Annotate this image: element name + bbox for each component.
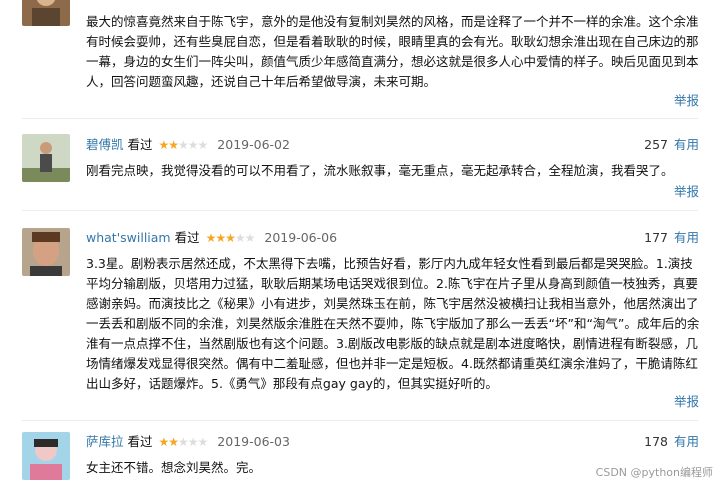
rating-stars: ★★★★★ <box>158 138 209 152</box>
username-link[interactable]: 碧傅凯 <box>86 137 124 152</box>
review-text: 3.3星。剧粉表示居然还成，不太黑得下去嘴，比预告好看，影厅内九成年轻女性看到最… <box>86 256 700 391</box>
rating-stars: ★★★★★ <box>158 435 209 449</box>
vote-count: 257 <box>644 137 668 152</box>
rating-stars: ★★★★★ <box>205 231 256 245</box>
watched-label: 看过 <box>127 434 153 449</box>
divider <box>22 420 698 421</box>
divider <box>22 118 698 119</box>
review-meta: what'swilliam 看过 ★★★★★ 2019-06-06 <box>86 229 337 247</box>
username-link[interactable]: 萨库拉 <box>86 434 124 449</box>
avatar[interactable] <box>22 0 70 26</box>
review-text: 最大的惊喜竟然来自于陈飞宇，意外的是他没有复制刘昊然的风格，而是诠释了一个并不一… <box>86 14 699 89</box>
vote-count: 178 <box>644 434 668 449</box>
vote-group: 178 有用 <box>644 433 699 451</box>
avatar[interactable] <box>22 228 70 276</box>
review-date: 2019-06-02 <box>217 137 290 152</box>
useful-button[interactable]: 有用 <box>674 137 699 152</box>
watched-label: 看过 <box>174 230 200 245</box>
avatar[interactable] <box>22 134 70 182</box>
watermark: CSDN @python编程师 <box>595 466 713 479</box>
divider <box>22 210 698 211</box>
avatar[interactable] <box>22 432 70 480</box>
report-link[interactable]: 举报 <box>674 92 699 110</box>
report-link[interactable]: 举报 <box>674 393 699 411</box>
watched-label: 看过 <box>127 137 153 152</box>
review-text: 刚看完点映，我觉得没看的可以不用看了，流水账叙事，毫无重点，毫无起承转合，全程尬… <box>86 163 674 178</box>
review-meta: 萨库拉 看过 ★★★★★ 2019-06-03 <box>86 433 290 451</box>
vote-group: 257 有用 <box>644 136 699 154</box>
vote-count: 177 <box>644 230 668 245</box>
vote-group: 177 有用 <box>644 229 699 247</box>
useful-button[interactable]: 有用 <box>674 434 699 449</box>
username-link[interactable]: what'swilliam <box>86 230 171 245</box>
review-meta: 碧傅凯 看过 ★★★★★ 2019-06-02 <box>86 136 290 154</box>
review-date: 2019-06-06 <box>264 230 338 245</box>
report-link[interactable]: 举报 <box>674 183 699 201</box>
review-date: 2019-06-03 <box>217 434 290 449</box>
useful-button[interactable]: 有用 <box>674 230 699 245</box>
